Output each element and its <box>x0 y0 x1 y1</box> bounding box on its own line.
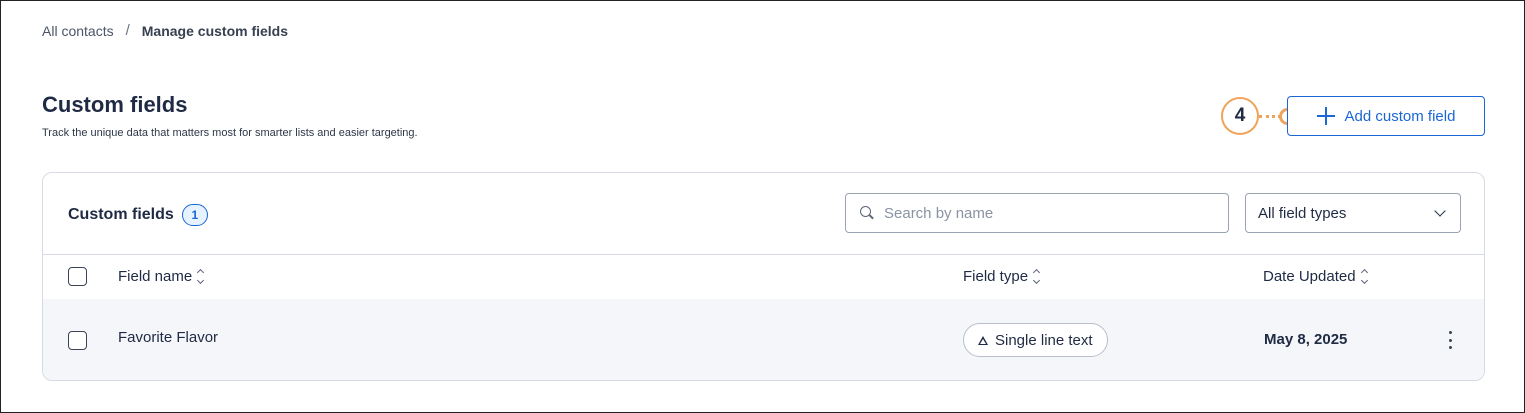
plus-icon <box>1316 107 1335 125</box>
column-header-field-name[interactable]: Field name <box>118 268 205 285</box>
breadcrumb-all-contacts-link[interactable]: All contacts <box>42 23 114 39</box>
breadcrumb-separator: / <box>125 22 130 39</box>
step-annotation-badge: 4 <box>1221 97 1259 135</box>
search-field[interactable] <box>845 193 1229 233</box>
annotation-connector <box>1259 115 1281 118</box>
field-type-filter-dropdown[interactable]: All field types <box>1245 193 1461 233</box>
field-name-cell[interactable]: Favorite Flavor <box>118 329 218 346</box>
search-icon <box>860 206 874 220</box>
column-header-field-type[interactable]: Field type <box>963 268 1041 285</box>
count-badge: 1 <box>181 204 208 226</box>
row-checkbox[interactable] <box>68 331 87 350</box>
page-title: Custom fields <box>42 92 188 117</box>
more-vertical-icon[interactable] <box>1446 331 1454 349</box>
page-subtitle: Track the unique data that matters most … <box>42 127 418 139</box>
breadcrumb: All contacts / Manage custom fields <box>42 22 288 39</box>
field-type-label: Single line text <box>995 331 1093 349</box>
chevron-down-icon <box>1434 205 1446 217</box>
table-row[interactable]: Favorite Flavor Single line text May 8, … <box>43 299 1484 380</box>
column-header-label: Field type <box>963 268 1029 285</box>
card-header: Custom fields 1 All field types <box>43 173 1484 255</box>
column-header-label: Field name <box>118 268 193 285</box>
column-header-label: Date Updated <box>1263 268 1356 285</box>
date-updated-cell: May 8, 2025 <box>1264 331 1348 348</box>
field-type-pill: Single line text <box>963 323 1108 357</box>
column-header-date-updated[interactable]: Date Updated <box>1263 268 1368 285</box>
page-frame: All contacts / Manage custom fields Cust… <box>0 0 1525 413</box>
select-all-checkbox[interactable] <box>68 267 87 286</box>
sort-icon <box>1360 268 1368 285</box>
text-type-icon <box>978 335 988 345</box>
sort-icon <box>197 268 205 285</box>
breadcrumb-current: Manage custom fields <box>141 22 289 39</box>
add-custom-field-label: Add custom field <box>1344 107 1456 125</box>
table-header: Field name Field type Date Updated <box>43 255 1484 299</box>
search-input[interactable] <box>884 204 1204 222</box>
card-title: Custom fields 1 <box>68 204 208 226</box>
card-title-text: Custom fields <box>68 206 174 223</box>
add-custom-field-button[interactable]: Add custom field <box>1287 96 1485 136</box>
field-type-filter-value: All field types <box>1258 204 1347 222</box>
custom-fields-card: Custom fields 1 All field types Field na… <box>42 172 1485 381</box>
sort-icon <box>1033 268 1041 285</box>
